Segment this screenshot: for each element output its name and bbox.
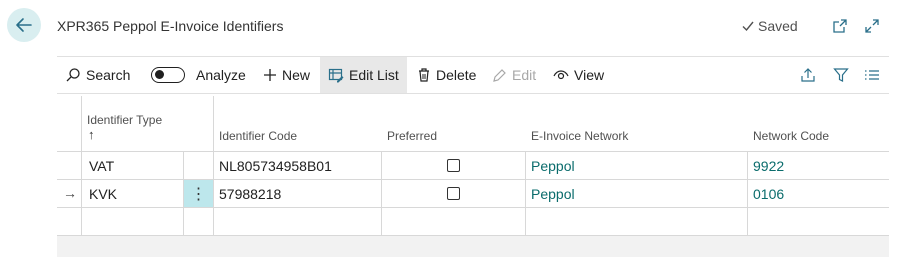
new-label: New xyxy=(282,67,311,83)
row-actions-menu-icon[interactable]: ⋮ xyxy=(184,180,213,207)
empty-new-row[interactable] xyxy=(82,208,889,235)
search-button[interactable]: Search xyxy=(65,57,130,93)
sort-ascending-icon: ↑ xyxy=(88,127,95,142)
trash-icon xyxy=(419,68,429,82)
toggle-switch xyxy=(151,67,185,83)
search-label: Search xyxy=(86,67,131,83)
edit-list-icon xyxy=(328,68,344,83)
view-button[interactable]: View xyxy=(553,57,604,93)
cell-identifier-type[interactable]: KVK xyxy=(89,186,117,202)
new-button[interactable]: New xyxy=(263,57,310,93)
edit-list-button[interactable]: Edit List xyxy=(320,57,407,93)
analyze-label: Analyze xyxy=(196,67,246,83)
back-button[interactable] xyxy=(7,8,41,42)
analyze-toggle[interactable]: Analyze xyxy=(151,57,246,93)
col-e-invoice-network[interactable]: E-Invoice Network xyxy=(531,129,628,143)
saved-label: Saved xyxy=(758,18,798,34)
col-preferred[interactable]: Preferred xyxy=(387,129,437,143)
open-new-window-icon xyxy=(833,19,847,33)
checkmark-icon xyxy=(742,21,754,32)
row-divider xyxy=(57,151,889,152)
list-icon xyxy=(865,70,879,80)
cell-e-invoice-network[interactable]: Peppol xyxy=(531,158,575,174)
pencil-icon xyxy=(493,68,506,82)
share-icon xyxy=(801,68,815,82)
cell-identifier-type[interactable]: VAT xyxy=(89,158,114,174)
filter-icon xyxy=(833,68,849,82)
saved-status: Saved xyxy=(741,18,798,34)
delete-button[interactable]: Delete xyxy=(417,57,476,93)
expand-button[interactable] xyxy=(862,16,882,36)
cell-identifier-code[interactable]: 57988218 xyxy=(219,186,281,202)
view-label: View xyxy=(574,67,605,83)
action-bar: Search Analyze New Edit List Delete Edit xyxy=(57,56,889,94)
current-row-arrow-icon: → xyxy=(63,185,77,201)
edit-label: Edit xyxy=(512,67,537,83)
cell-identifier-code[interactable]: NL805734958B01 xyxy=(219,158,332,174)
page-title: XPR365 Peppol E-Invoice Identifiers xyxy=(57,18,284,34)
filter-button[interactable] xyxy=(832,66,850,84)
open-new-window-button[interactable] xyxy=(830,16,850,36)
preferred-checkbox[interactable] xyxy=(447,187,460,200)
arrow-left-icon xyxy=(16,18,32,32)
list-footer xyxy=(57,236,889,257)
cell-network-code[interactable]: 9922 xyxy=(753,158,784,174)
share-button[interactable] xyxy=(799,66,817,84)
preferred-checkbox[interactable] xyxy=(447,159,460,172)
search-icon xyxy=(66,68,80,82)
cell-network-code[interactable]: 0106 xyxy=(753,186,784,202)
edit-button[interactable]: Edit xyxy=(492,57,536,93)
cell-e-invoice-network[interactable]: Peppol xyxy=(531,186,575,202)
list-view-button[interactable] xyxy=(863,66,881,84)
row-divider xyxy=(57,179,889,180)
col-identifier-code[interactable]: Identifier Code xyxy=(219,129,297,143)
delete-label: Delete xyxy=(436,67,477,83)
expand-icon xyxy=(865,19,879,33)
col-network-code[interactable]: Network Code xyxy=(753,129,829,143)
edit-list-label: Edit List xyxy=(349,67,399,83)
col-identifier-type[interactable]: Identifier Type xyxy=(87,113,162,127)
plus-icon xyxy=(264,69,276,81)
eye-icon xyxy=(553,70,569,80)
